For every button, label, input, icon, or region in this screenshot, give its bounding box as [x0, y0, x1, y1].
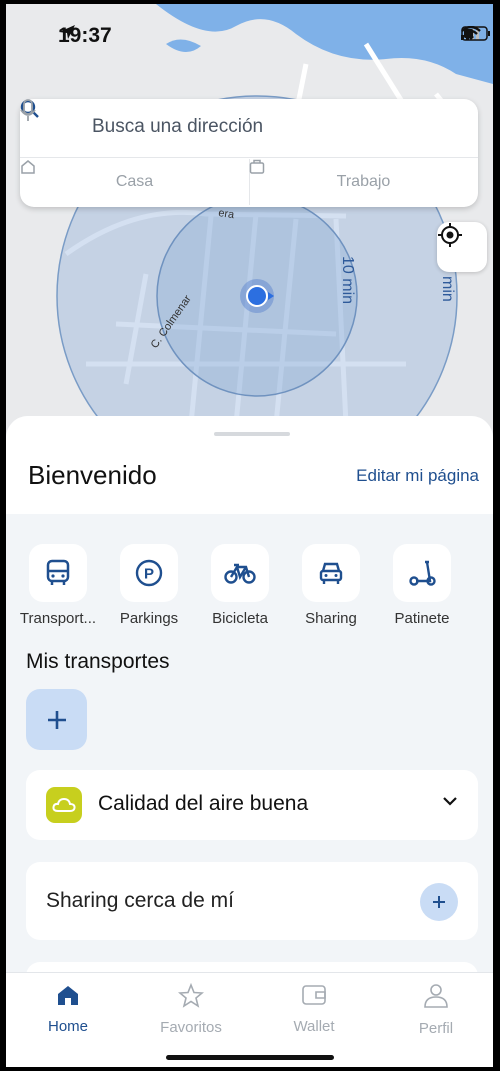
wallet-icon — [302, 985, 326, 1005]
radius-label-outer: min — [439, 276, 456, 302]
plus-icon — [47, 710, 66, 729]
svg-text:P: P — [144, 566, 154, 583]
home-shortcut-label: Casa — [115, 173, 154, 190]
bus-icon — [46, 559, 70, 585]
map-view[interactable]: C. Colmenar era 10 min min 19:37 Busca u… — [6, 4, 493, 444]
bottom-sheet: Bienvenido Editar mi página Transport...… — [6, 416, 493, 1067]
sheet-header: Bienvenido Editar mi página — [6, 416, 493, 514]
work-shortcut[interactable]: Trabajo — [249, 159, 478, 205]
status-time: 19:37 — [58, 24, 112, 48]
category-transport-tile — [29, 544, 87, 602]
category-label: Transport... — [19, 610, 97, 627]
house-icon — [21, 160, 35, 174]
sharing-nearby-card[interactable]: Sharing cerca de mí — [26, 862, 478, 940]
welcome-title: Bienvenido — [28, 460, 157, 490]
tab-label: Wallet — [293, 1018, 335, 1035]
work-shortcut-label: Trabajo — [336, 173, 391, 190]
plus-icon — [433, 896, 445, 908]
tab-label: Favoritos — [160, 1019, 222, 1036]
edit-page-link[interactable]: Editar mi página — [356, 466, 479, 486]
search-bar[interactable]: Busca una dirección — [20, 99, 478, 158]
search-card: Busca una dirección Casa Trabajo — [20, 99, 478, 207]
sharing-add-button[interactable] — [420, 883, 458, 921]
my-transports-title: Mis transportes — [26, 650, 170, 673]
category-sharing-tile — [302, 544, 360, 602]
tab-label: Home — [47, 1018, 88, 1035]
cloud-icon — [52, 797, 76, 812]
locate-me-button[interactable] — [437, 222, 487, 272]
category-transport[interactable]: Transport... — [13, 544, 103, 627]
add-transport-button[interactable] — [26, 689, 87, 750]
user-location-dot — [246, 285, 268, 307]
drag-handle[interactable] — [214, 432, 290, 436]
category-scooter[interactable]: Patinete — [377, 544, 467, 627]
tab-favoritos[interactable]: Favoritos — [141, 982, 241, 1036]
parking-icon: P — [135, 559, 163, 587]
category-sharing[interactable]: Sharing — [286, 544, 376, 627]
category-bicycle-tile — [211, 544, 269, 602]
air-quality-badge — [46, 787, 82, 823]
tab-label: Perfil — [418, 1020, 454, 1037]
transport-categories: Transport... P Parkings Bicicleta Sharin… — [6, 544, 493, 634]
tab-perfil[interactable]: Perfil — [386, 983, 486, 1037]
air-quality-label: Calidad del aire buena — [98, 792, 309, 815]
tab-home[interactable]: Home — [18, 983, 118, 1035]
map-canvas: C. Colmenar era 10 min min — [6, 4, 493, 444]
profile-icon — [424, 984, 448, 1008]
app-screen: C. Colmenar era 10 min min 19:37 Busca u… — [6, 4, 493, 1067]
location-arrow-icon — [59, 25, 75, 39]
sharing-nearby-label: Sharing cerca de mí — [46, 889, 234, 912]
bicycle-icon — [224, 563, 256, 584]
category-parkings-tile: P — [120, 544, 178, 602]
category-label: Patinete — [394, 610, 450, 627]
search-input[interactable]: Busca una dirección — [92, 116, 263, 138]
scooter-icon — [409, 560, 436, 586]
battery-icon — [461, 26, 490, 41]
briefcase-icon — [249, 159, 265, 174]
car-icon — [319, 562, 343, 584]
radius-label-10min: 10 min — [339, 256, 356, 304]
home-icon — [58, 986, 78, 1005]
category-label: Bicicleta — [212, 610, 268, 627]
home-indicator — [166, 1055, 334, 1060]
category-parkings[interactable]: P Parkings — [104, 544, 194, 627]
tab-bar: Home Favoritos Wallet Perfil — [6, 972, 493, 1067]
street-label-top: era — [218, 207, 236, 221]
chevron-down-icon[interactable] — [442, 795, 458, 807]
category-label: Sharing — [305, 610, 357, 627]
crosshair-icon — [438, 223, 462, 247]
status-bar: 19:37 — [6, 4, 493, 64]
home-shortcut[interactable]: Casa — [20, 159, 250, 205]
category-scooter-tile — [393, 544, 451, 602]
category-bicycle[interactable]: Bicicleta — [195, 544, 285, 627]
category-label: Parkings — [119, 610, 179, 627]
air-quality-card[interactable]: Calidad del aire buena — [26, 770, 478, 840]
tab-wallet[interactable]: Wallet — [264, 983, 364, 1035]
microphone-icon[interactable] — [20, 99, 36, 123]
star-icon — [177, 982, 205, 1008]
